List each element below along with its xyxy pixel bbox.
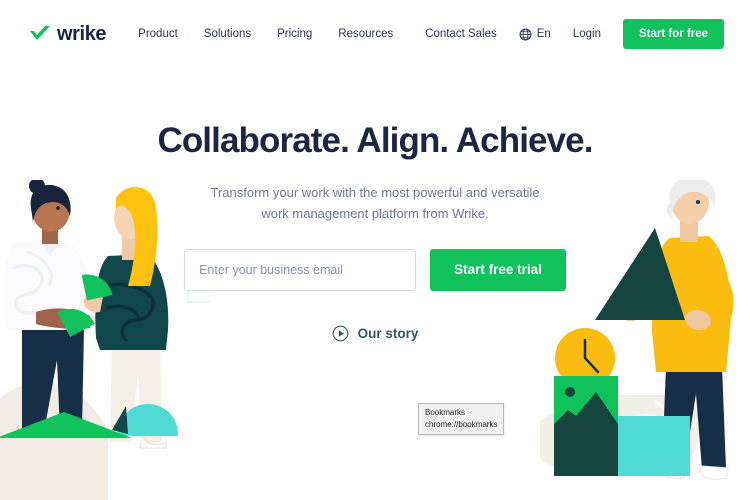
site-header: wrike Product Solutions Pricing Resource… xyxy=(0,0,750,68)
tooltip-title: Bookmarks xyxy=(425,408,466,417)
email-input[interactable] xyxy=(184,248,417,291)
hero-subtitle: Transform your work with the most powerf… xyxy=(0,182,750,225)
image-icon-dot xyxy=(565,387,575,397)
globe-icon xyxy=(519,28,532,40)
nav-item-solutions[interactable]: Solutions xyxy=(204,28,251,40)
start-for-free-button[interactable]: Start for free xyxy=(622,19,724,49)
wrike-logo[interactable]: wrike xyxy=(28,22,107,46)
beige-hill-shape xyxy=(0,381,108,500)
play-circle-icon xyxy=(332,325,348,342)
language-label: En xyxy=(536,28,551,40)
nav-item-pricing[interactable]: Pricing xyxy=(277,28,312,40)
browser-status-tooltip: Bookmarks chrome://bookmarks xyxy=(418,403,505,436)
contact-sales-link[interactable]: Contact Sales xyxy=(425,28,497,40)
signup-form: Start free trial xyxy=(0,248,750,291)
hero-section: Collaborate. Align. Achieve. Transform y… xyxy=(0,120,750,347)
nav-item-product[interactable]: Product xyxy=(138,28,178,40)
page-title: Collaborate. Align. Achieve. xyxy=(157,121,593,160)
tooltip-url: chrome://bookmarks xyxy=(425,419,498,429)
logo-text: wrike xyxy=(57,22,107,45)
green-check-icon xyxy=(30,26,50,40)
language-selector[interactable]: En xyxy=(519,28,551,41)
landing-page: wrike Product Solutions Pricing Resource… xyxy=(0,0,750,500)
start-free-trial-button[interactable]: Start free trial xyxy=(430,248,566,291)
primary-nav: Product Solutions Pricing Resources xyxy=(138,28,393,40)
secondary-nav: Contact Sales En Login Start for free xyxy=(425,19,724,49)
our-story-link[interactable]: Our story xyxy=(332,325,419,342)
our-story-label: Our story xyxy=(357,325,419,341)
nav-item-resources[interactable]: Resources xyxy=(338,28,393,40)
hero-subtitle-line2: work management platform from Wrike. xyxy=(261,206,489,222)
hero-subtitle-line1: Transform your work with the most powerf… xyxy=(210,185,540,200)
turquoise-square xyxy=(618,416,690,476)
login-link[interactable]: Login xyxy=(573,28,601,40)
